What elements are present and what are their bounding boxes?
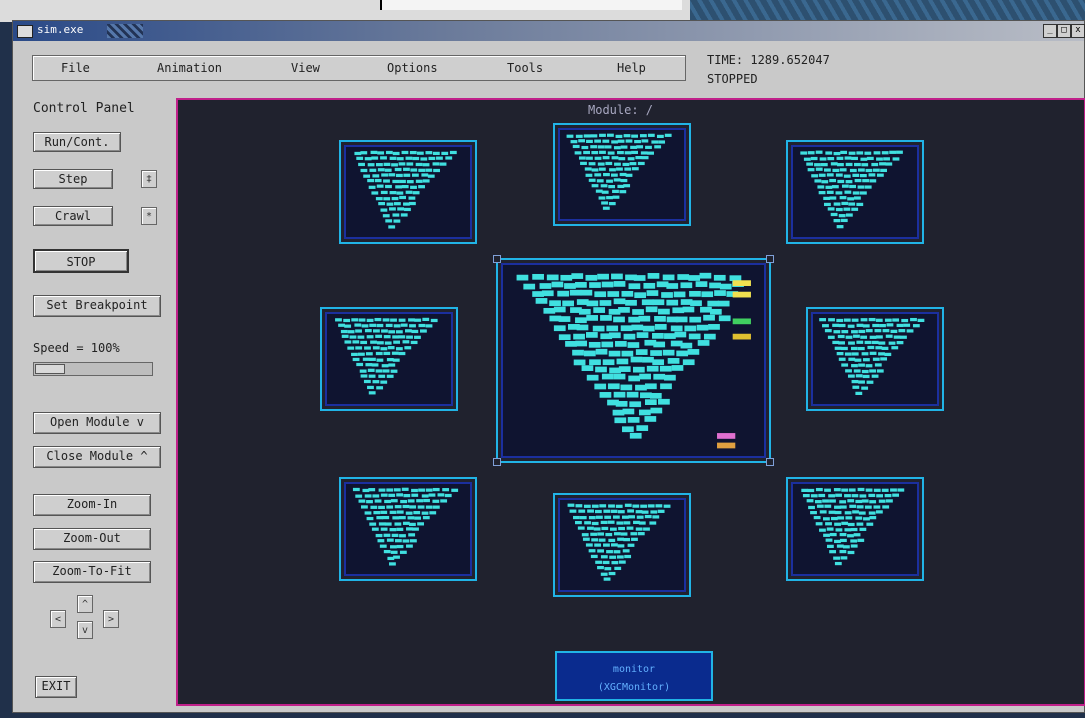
resize-handle[interactable]	[493, 458, 501, 466]
submodule-diagram	[801, 487, 905, 566]
submodule-box[interactable]	[553, 123, 691, 226]
zoom-to-fit-button[interactable]: Zoom-To-Fit	[33, 561, 151, 583]
menu-options[interactable]: Options	[387, 61, 438, 75]
maximize-button[interactable]: □	[1057, 24, 1071, 38]
menu-view[interactable]: View	[291, 61, 320, 75]
speed-slider[interactable]	[33, 362, 153, 376]
submodule-diagram	[567, 503, 671, 581]
stop-button[interactable]: STOP	[33, 249, 129, 273]
submodule-diagram	[819, 317, 925, 395]
speed-slider-thumb[interactable]	[35, 364, 65, 374]
submodule-box[interactable]	[806, 307, 944, 411]
title-bar[interactable]: sim.exe _ □ x	[13, 21, 1085, 41]
submodule-diagram	[354, 150, 457, 229]
sim-window: sim.exe _ □ x File Animation View Option…	[12, 20, 1085, 713]
simulation-time: TIME: 1289.652047	[707, 53, 830, 67]
close-module-dropdown[interactable]: Close Module ^	[33, 446, 161, 468]
submodule-box[interactable]	[320, 307, 458, 411]
resize-handle[interactable]	[766, 255, 774, 263]
submodule-box[interactable]	[786, 140, 924, 244]
monitor-type: (XGCMonitor)	[597, 682, 671, 693]
submodule-diagram	[800, 150, 903, 229]
tray-icon	[107, 24, 143, 38]
zoom-out-button[interactable]: Zoom-Out	[33, 528, 151, 550]
submodule-box[interactable]	[339, 140, 477, 244]
set-breakpoint-button[interactable]: Set Breakpoint	[33, 295, 161, 317]
run-continue-button[interactable]: Run/Cont.	[33, 132, 121, 152]
monitor-module[interactable]: monitor (XGCMonitor)	[555, 651, 713, 701]
selected-submodule-diagram	[516, 272, 751, 449]
submodule-diagram	[335, 317, 438, 395]
pan-down-button[interactable]: v	[77, 621, 93, 639]
zoom-in-button[interactable]: Zoom-In	[33, 494, 151, 516]
menu-bar: File Animation View Options Tools Help	[32, 55, 686, 81]
app-icon	[17, 25, 33, 38]
submodule-box[interactable]	[786, 477, 924, 581]
submodule-diagram	[352, 487, 459, 566]
close-button[interactable]: x	[1071, 24, 1085, 38]
menu-help[interactable]: Help	[617, 61, 646, 75]
control-panel-title: Control Panel	[33, 101, 135, 116]
submodule-diagram	[566, 133, 672, 210]
submodule-box[interactable]	[553, 493, 691, 597]
selected-submodule-box[interactable]	[493, 255, 774, 466]
step-button[interactable]: Step	[33, 169, 113, 189]
module-path: Module: /	[588, 103, 654, 117]
exit-button[interactable]: EXIT	[35, 676, 77, 698]
crawl-options-button[interactable]: *	[141, 207, 157, 225]
menu-tools[interactable]: Tools	[507, 61, 543, 75]
simulation-status: STOPPED	[707, 72, 758, 86]
desktop-window-edge	[380, 0, 682, 10]
submodule-box[interactable]	[339, 477, 477, 581]
window-title: sim.exe	[37, 23, 84, 36]
monitor-name: monitor	[612, 664, 656, 675]
module-canvas[interactable]: Module: / monitor (XGCMonitor)	[176, 98, 1085, 706]
menu-animation[interactable]: Animation	[157, 61, 222, 75]
resize-handle[interactable]	[493, 255, 501, 263]
pan-up-button[interactable]: ^	[77, 595, 93, 613]
resize-handle[interactable]	[766, 458, 774, 466]
speed-label: Speed = 100%	[33, 341, 120, 355]
pan-right-button[interactable]: >	[103, 610, 119, 628]
crawl-button[interactable]: Crawl	[33, 206, 113, 226]
desktop-wallpaper	[690, 0, 1085, 20]
minimize-button[interactable]: _	[1043, 24, 1057, 38]
pan-left-button[interactable]: <	[50, 610, 66, 628]
menu-file[interactable]: File	[61, 61, 90, 75]
open-module-dropdown[interactable]: Open Module v	[33, 412, 161, 434]
step-options-button[interactable]: ‡	[141, 170, 157, 188]
